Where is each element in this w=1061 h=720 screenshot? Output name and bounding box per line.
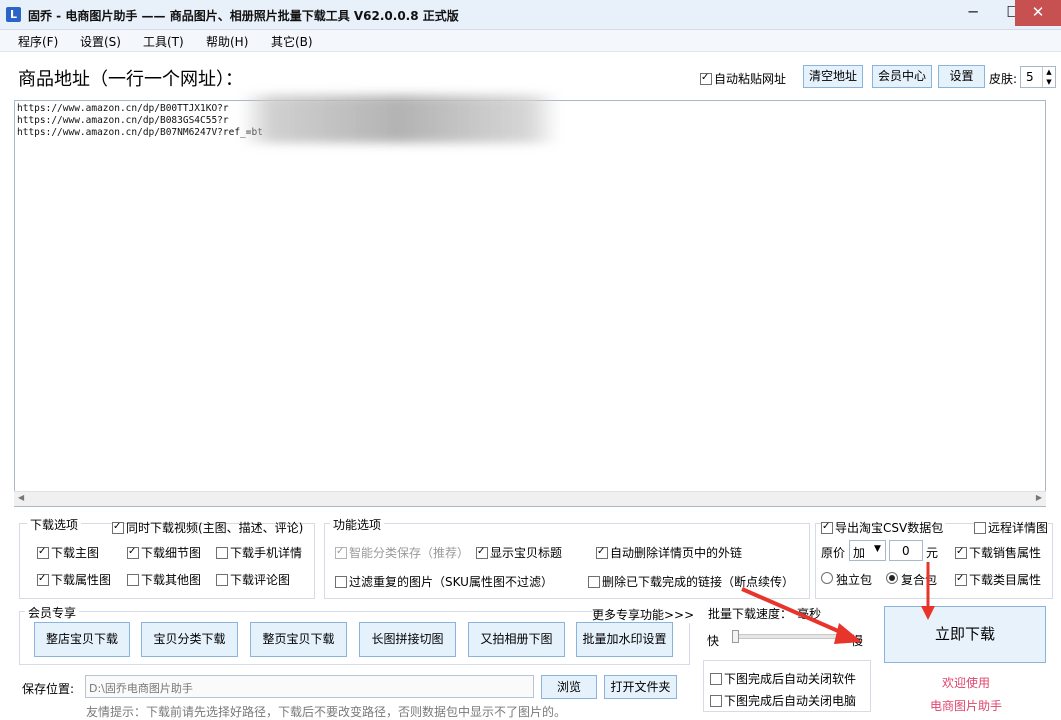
arrow-head-right: [834, 623, 862, 644]
arrow-line-right: [741, 587, 846, 636]
annotation-arrows: [741, 562, 935, 644]
arrow-head-down: [921, 606, 935, 620]
